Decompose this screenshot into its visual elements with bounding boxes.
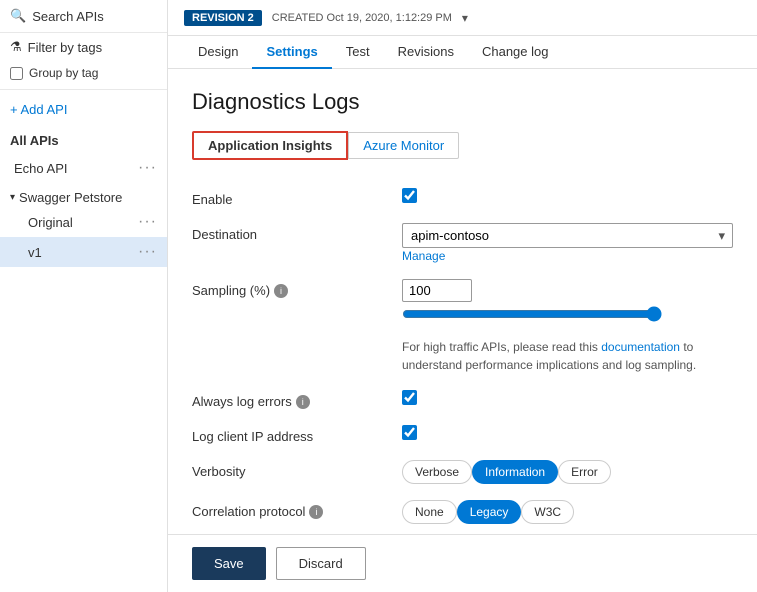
always-log-control (402, 390, 733, 408)
correlation-row: Correlation protocol i None Legacy W3C (192, 492, 733, 532)
v1-more-icon[interactable]: ··· (138, 243, 157, 261)
log-client-ip-control (402, 425, 733, 443)
verbosity-toggle-group: Verbose Information Error (402, 460, 733, 484)
information-button[interactable]: Information (472, 460, 558, 484)
swagger-petstore-label: Swagger Petstore (19, 190, 122, 205)
search-apis[interactable]: 🔍 Search APIs (0, 0, 167, 33)
tab-settings[interactable]: Settings (252, 36, 331, 69)
original-more-icon[interactable]: ··· (138, 213, 157, 231)
sampling-input[interactable]: 100 (402, 279, 472, 302)
subtab-bar: Application Insights Azure Monitor (192, 131, 733, 160)
revision-dropdown-arrow[interactable]: ▾ (462, 11, 468, 25)
always-log-label: Always log errors i (192, 390, 402, 409)
sampling-control: 100 (402, 279, 733, 322)
destination-row: Destination apim-contoso Manage (192, 215, 733, 271)
correlation-toggle-group: None Legacy W3C (402, 500, 733, 524)
discard-button[interactable]: Discard (276, 547, 366, 580)
group-label: Group by tag (29, 66, 98, 80)
sidebar-item-v1[interactable]: v1 ··· (0, 237, 167, 267)
subtab-azure-monitor[interactable]: Azure Monitor (348, 132, 459, 159)
tab-test[interactable]: Test (332, 36, 384, 69)
chevron-down-icon: ▾ (10, 192, 15, 203)
echo-api-more-icon[interactable]: ··· (138, 159, 157, 177)
info-text: For high traffic APIs, please read this … (402, 340, 696, 372)
add-api-button[interactable]: + Add API (0, 94, 167, 125)
sidebar-item-echo-api[interactable]: Echo API ··· (0, 152, 167, 184)
enable-label: Enable (192, 188, 402, 207)
always-log-info-icon[interactable]: i (296, 395, 310, 409)
always-log-row: Always log errors i (192, 382, 733, 417)
filter-label: Filter by tags (28, 40, 102, 55)
info-spacer (192, 338, 402, 342)
enable-checkbox[interactable] (402, 188, 417, 203)
verbosity-control: Verbose Information Error (402, 460, 733, 484)
log-client-ip-checkbox[interactable] (402, 425, 417, 440)
tab-revisions[interactable]: Revisions (384, 36, 468, 69)
destination-control: apim-contoso Manage (402, 223, 733, 263)
group-by-tag[interactable]: Group by tag (0, 61, 167, 85)
info-text-row: For high traffic APIs, please read this … (192, 330, 733, 382)
form-section: Enable Destination apim-contoso Manage (192, 180, 733, 534)
echo-api-label: Echo API (14, 161, 67, 176)
legacy-button[interactable]: Legacy (457, 500, 522, 524)
enable-control (402, 188, 733, 206)
slider-wrapper: 100 (402, 279, 733, 322)
content-area: Diagnostics Logs Application Insights Az… (168, 69, 757, 534)
always-log-checkbox[interactable] (402, 390, 417, 405)
v1-label: v1 (28, 245, 42, 260)
filter-icon: ⚗ (10, 39, 22, 55)
footer: Save Discard (168, 534, 757, 592)
docs-link[interactable]: documentation (601, 340, 680, 354)
swagger-petstore-group[interactable]: ▾ Swagger Petstore (0, 184, 167, 207)
correlation-label: Correlation protocol i (192, 500, 402, 519)
page-title: Diagnostics Logs (192, 89, 733, 115)
subtab-app-insights[interactable]: Application Insights (192, 131, 348, 160)
log-client-ip-label: Log client IP address (192, 425, 402, 444)
w3c-button[interactable]: W3C (521, 500, 574, 524)
sampling-slider[interactable] (402, 306, 662, 322)
save-button[interactable]: Save (192, 547, 266, 580)
enable-row: Enable (192, 180, 733, 215)
destination-select[interactable]: apim-contoso (402, 223, 733, 248)
none-button[interactable]: None (402, 500, 457, 524)
original-label: Original (28, 215, 73, 230)
search-icon: 🔍 (10, 8, 26, 24)
tab-bar: Design Settings Test Revisions Change lo… (168, 36, 757, 69)
tab-design[interactable]: Design (184, 36, 252, 69)
correlation-control: None Legacy W3C (402, 500, 733, 524)
all-apis-label: All APIs (0, 125, 167, 152)
verbosity-label: Verbosity (192, 460, 402, 479)
sampling-label: Sampling (%) i (192, 279, 402, 298)
manage-link[interactable]: Manage (402, 249, 445, 263)
destination-select-wrapper: apim-contoso (402, 223, 733, 248)
sampling-row: Sampling (%) i 100 (192, 271, 733, 330)
log-client-ip-row: Log client IP address (192, 417, 733, 452)
revision-badge: REVISION 2 (184, 10, 262, 26)
main-panel: REVISION 2 CREATED Oct 19, 2020, 1:12:29… (168, 0, 757, 592)
destination-label: Destination (192, 223, 402, 242)
error-button[interactable]: Error (558, 460, 611, 484)
created-text: CREATED Oct 19, 2020, 1:12:29 PM (272, 12, 452, 24)
verbose-button[interactable]: Verbose (402, 460, 472, 484)
sidebar: 🔍 Search APIs ⚗ Filter by tags Group by … (0, 0, 168, 592)
sampling-info-icon[interactable]: i (274, 284, 288, 298)
filter-by-tags[interactable]: ⚗ Filter by tags (0, 33, 167, 61)
verbosity-row: Verbosity Verbose Information Error (192, 452, 733, 492)
sidebar-item-original[interactable]: Original ··· (0, 207, 167, 237)
correlation-info-icon[interactable]: i (309, 505, 323, 519)
info-text-control: For high traffic APIs, please read this … (402, 338, 733, 374)
tab-changelog[interactable]: Change log (468, 36, 563, 69)
group-checkbox[interactable] (10, 67, 23, 80)
search-label: Search APIs (32, 9, 104, 24)
topbar: REVISION 2 CREATED Oct 19, 2020, 1:12:29… (168, 0, 757, 36)
